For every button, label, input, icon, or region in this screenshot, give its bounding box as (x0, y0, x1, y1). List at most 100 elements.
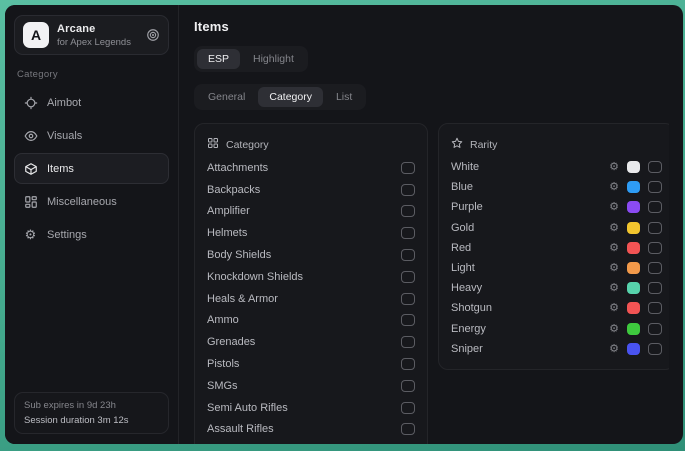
category-row: Pistols (207, 353, 415, 375)
category-row-label: Body Shields (207, 249, 271, 261)
gear-icon[interactable]: ⚙ (609, 242, 619, 254)
checkbox[interactable] (401, 205, 415, 217)
checkbox[interactable] (401, 293, 415, 305)
checkbox[interactable] (401, 314, 415, 326)
app-logo: A (23, 22, 49, 48)
color-swatch[interactable] (627, 323, 640, 335)
category-row: Attachments (207, 157, 415, 179)
rarity-row-label: Heavy (451, 282, 482, 294)
rarity-row: Red⚙ (451, 238, 662, 258)
checkbox[interactable] (401, 402, 415, 414)
tab-general[interactable]: General (197, 87, 256, 107)
category-row-label: Attachments (207, 162, 268, 174)
rarity-row: Shotgun⚙ (451, 298, 662, 318)
checkbox[interactable] (401, 358, 415, 370)
view-tab-group: GeneralCategoryList (194, 84, 366, 110)
sidebar-item-settings[interactable]: ⚙Settings (14, 219, 169, 250)
gear-icon[interactable]: ⚙ (609, 201, 619, 213)
tab-highlight[interactable]: Highlight (242, 49, 305, 69)
app-name: Arcane (57, 23, 131, 35)
sidebar-item-label: Aimbot (47, 97, 81, 109)
rarity-row-label: Blue (451, 181, 473, 193)
gear-icon[interactable]: ⚙ (609, 282, 619, 294)
color-swatch[interactable] (627, 242, 640, 254)
tab-list[interactable]: List (325, 87, 363, 107)
sidebar-section-label: Category (17, 69, 166, 80)
rarity-row-label: Sniper (451, 343, 483, 355)
rarity-panel-title: Rarity (470, 139, 497, 151)
checkbox[interactable] (648, 343, 662, 355)
category-row-label: SMGs (207, 380, 238, 392)
gear-icon[interactable]: ⚙ (609, 343, 619, 355)
tab-category[interactable]: Category (258, 87, 323, 107)
checkbox[interactable] (648, 282, 662, 294)
package-icon (23, 161, 38, 176)
checkbox[interactable] (648, 262, 662, 274)
rarity-row: Light ⚙ (451, 258, 662, 278)
app-window: A Arcane for Apex Legends Category Aimbo… (5, 5, 683, 444)
color-swatch[interactable] (627, 262, 640, 274)
checkbox[interactable] (401, 162, 415, 174)
category-panel: Category AttachmentsBackpacksAmplifierHe… (194, 123, 428, 444)
tab-esp[interactable]: ESP (197, 49, 240, 69)
content-area: Category AttachmentsBackpacksAmplifierHe… (194, 123, 669, 444)
color-swatch[interactable] (627, 201, 640, 213)
sidebar-item-visuals[interactable]: Visuals (14, 120, 169, 151)
checkbox[interactable] (401, 249, 415, 261)
subscription-card: Sub expires in 9d 23h Session duration 3… (14, 392, 169, 434)
rarity-row: White⚙ (451, 157, 662, 177)
color-swatch[interactable] (627, 161, 640, 173)
sidebar-item-aimbot[interactable]: Aimbot (14, 87, 169, 118)
gear-icon[interactable]: ⚙ (609, 262, 619, 274)
sidebar-item-items[interactable]: Items (14, 153, 169, 184)
target-icon[interactable] (146, 28, 160, 42)
checkbox[interactable] (401, 227, 415, 239)
category-row: LMGs (207, 440, 415, 444)
gear-icon[interactable]: ⚙ (609, 161, 619, 173)
category-row: Assault Rifles (207, 419, 415, 441)
category-row-label: Assault Rifles (207, 423, 274, 435)
mode-tab-group: ESPHighlight (194, 46, 308, 72)
category-row-label: Grenades (207, 336, 255, 348)
checkbox[interactable] (401, 336, 415, 348)
category-row: Amplifier (207, 201, 415, 223)
session-duration-text: Session duration 3m 12s (24, 415, 159, 426)
gear-icon[interactable]: ⚙ (609, 302, 619, 314)
checkbox[interactable] (648, 222, 662, 234)
checkbox[interactable] (401, 271, 415, 283)
sidebar-nav: Aimbot Visuals ItemsMiscellaneous⚙Settings (14, 87, 169, 250)
gear-icon[interactable]: ⚙ (609, 222, 619, 234)
checkbox[interactable] (401, 423, 415, 435)
grid-icon (207, 137, 219, 152)
checkbox[interactable] (648, 302, 662, 314)
category-panel-title: Category (226, 139, 269, 151)
checkbox[interactable] (648, 242, 662, 254)
checkbox[interactable] (648, 201, 662, 213)
color-swatch[interactable] (627, 222, 640, 234)
checkbox[interactable] (401, 184, 415, 196)
color-swatch[interactable] (627, 302, 640, 314)
rarity-row: Heavy ⚙ (451, 278, 662, 298)
sidebar-item-miscellaneous[interactable]: Miscellaneous (14, 186, 169, 217)
category-row-label: Heals & Armor (207, 293, 278, 305)
checkbox[interactable] (648, 161, 662, 173)
checkbox[interactable] (648, 181, 662, 193)
color-swatch[interactable] (627, 282, 640, 294)
crosshair-icon (23, 95, 38, 110)
sidebar-item-label: Visuals (47, 130, 82, 142)
category-row: SMGs (207, 375, 415, 397)
checkbox[interactable] (401, 380, 415, 392)
rarity-row-label: Purple (451, 201, 483, 213)
checkbox[interactable] (648, 323, 662, 335)
category-row: Ammo (207, 310, 415, 332)
rarity-row: Purple ⚙ (451, 197, 662, 217)
category-row: Heals & Armor (207, 288, 415, 310)
gear-icon[interactable]: ⚙ (609, 323, 619, 335)
color-swatch[interactable] (627, 343, 640, 355)
category-row: Body Shields (207, 244, 415, 266)
gear-icon[interactable]: ⚙ (609, 181, 619, 193)
rarity-row: Sniper ⚙ (451, 339, 662, 359)
rarity-row-label: Light (451, 262, 475, 274)
gear-icon: ⚙ (23, 227, 38, 242)
color-swatch[interactable] (627, 181, 640, 193)
